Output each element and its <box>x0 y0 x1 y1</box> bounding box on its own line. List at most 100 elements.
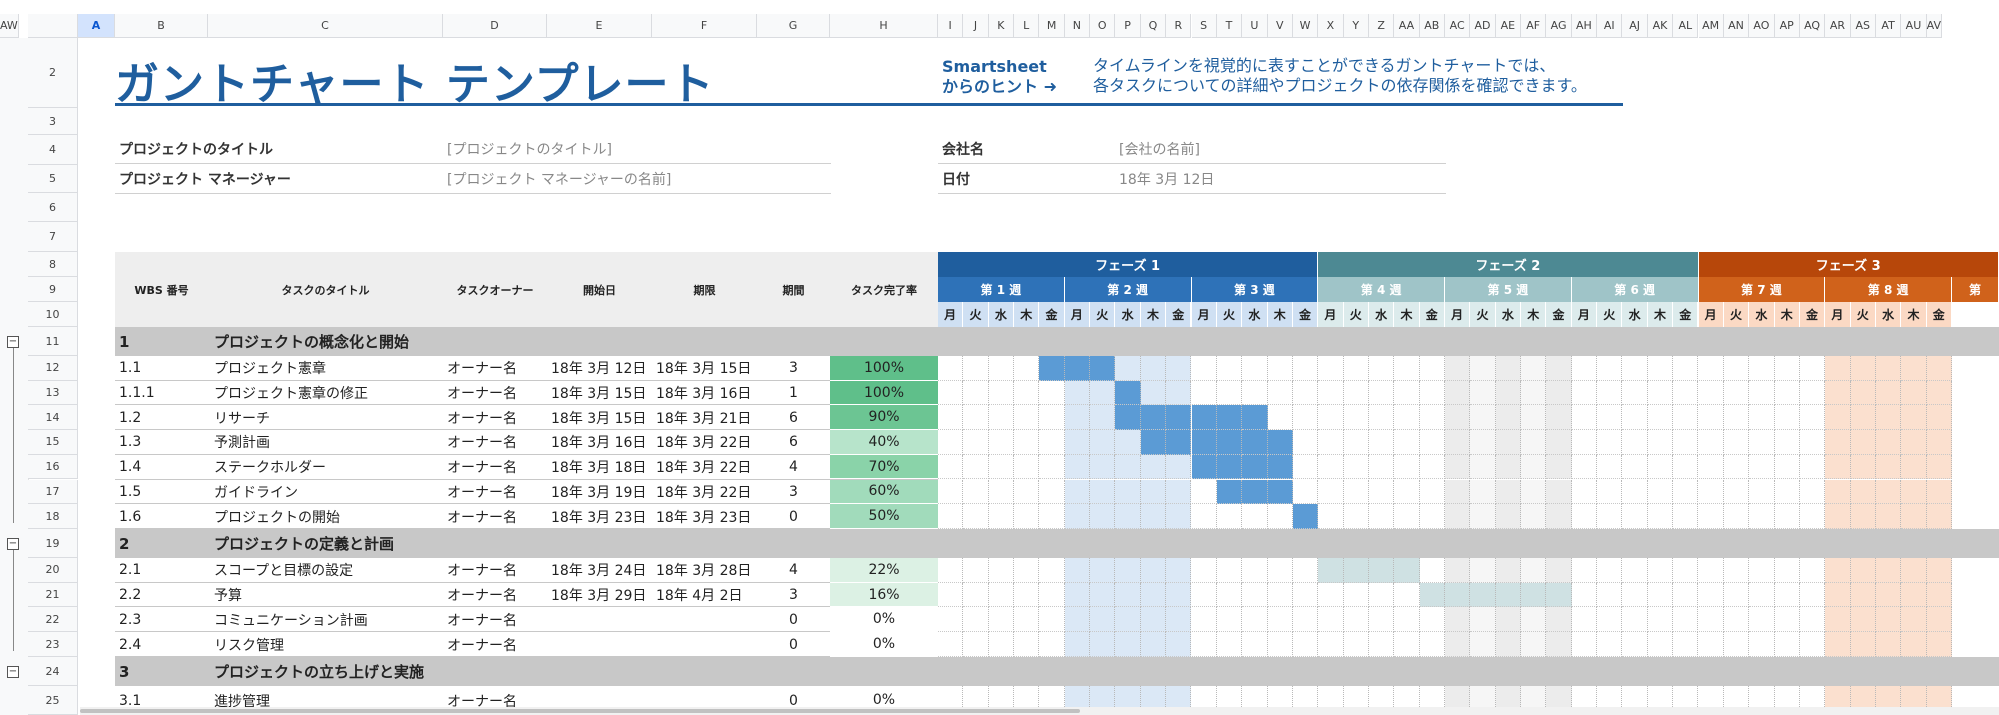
column-header-ae[interactable]: AE <box>1495 14 1522 38</box>
gantt-cell[interactable] <box>1622 504 1648 529</box>
gantt-bar-cell[interactable] <box>1546 582 1572 608</box>
gantt-cell[interactable] <box>1343 607 1369 633</box>
gantt-cell[interactable] <box>1926 607 1952 633</box>
gantt-cell[interactable] <box>1673 405 1699 431</box>
gantt-cell[interactable] <box>988 380 1015 406</box>
gantt-cell[interactable] <box>1419 405 1445 431</box>
task-title[interactable]: リサーチ <box>214 405 270 430</box>
gantt-cell[interactable] <box>1140 607 1167 633</box>
gantt-cell[interactable] <box>1647 479 1674 505</box>
gantt-cell[interactable] <box>1394 405 1420 431</box>
column-header-u[interactable]: U <box>1242 14 1268 38</box>
gantt-cell[interactable] <box>1825 405 1851 431</box>
gantt-cell[interactable] <box>1774 558 1800 583</box>
row-header-5[interactable]: 5 <box>28 165 78 193</box>
gantt-cell[interactable] <box>1470 607 1496 633</box>
column-header-z[interactable]: Z <box>1368 14 1395 38</box>
gantt-cell[interactable] <box>1546 430 1572 455</box>
gantt-cell[interactable] <box>1875 479 1902 505</box>
gantt-cell[interactable] <box>1166 454 1192 480</box>
task-duration[interactable]: 0 <box>757 632 830 657</box>
gantt-cell[interactable] <box>1090 430 1116 455</box>
task-wbs[interactable]: 2.3 <box>119 607 141 632</box>
gantt-cell[interactable] <box>1825 430 1851 455</box>
gantt-cell[interactable] <box>963 607 989 633</box>
gantt-cell[interactable] <box>1622 454 1648 480</box>
gantt-cell[interactable] <box>1597 356 1623 381</box>
gantt-cell[interactable] <box>1546 607 1572 633</box>
gantt-cell[interactable] <box>1090 504 1116 529</box>
gantt-cell[interactable] <box>1850 607 1876 633</box>
gantt-cell[interactable] <box>1318 405 1344 431</box>
gantt-cell[interactable] <box>1368 430 1395 455</box>
column-header-g[interactable]: G <box>757 14 830 38</box>
gantt-cell[interactable] <box>1039 479 1065 505</box>
column-header-ap[interactable]: AP <box>1774 14 1800 38</box>
gantt-cell[interactable] <box>1875 454 1902 480</box>
gantt-cell[interactable] <box>1115 582 1141 608</box>
gantt-cell[interactable] <box>1673 454 1699 480</box>
gantt-cell[interactable] <box>1622 356 1648 381</box>
gantt-cell[interactable] <box>1470 632 1496 657</box>
task-start[interactable]: 18年 3月 19日 <box>551 480 646 505</box>
gantt-cell[interactable] <box>1495 405 1522 431</box>
column-header-ai[interactable]: AI <box>1597 14 1623 38</box>
gantt-cell[interactable] <box>1495 380 1522 406</box>
gantt-cell[interactable] <box>1292 356 1319 381</box>
gantt-cell[interactable] <box>1521 504 1547 529</box>
gantt-cell[interactable] <box>1166 558 1192 583</box>
task-percent-complete[interactable]: 100% <box>830 356 938 381</box>
company-value[interactable]: [会社の名前] <box>1119 139 1200 159</box>
gantt-cell[interactable] <box>1419 454 1445 480</box>
task-due[interactable]: 18年 3月 16日 <box>656 381 751 406</box>
gantt-cell[interactable] <box>1774 356 1800 381</box>
task-percent-complete[interactable]: 60% <box>830 479 938 505</box>
gantt-cell[interactable] <box>1394 582 1420 608</box>
task-owner[interactable]: オーナー名 <box>447 583 517 608</box>
gantt-cell[interactable] <box>1368 632 1395 657</box>
task-title[interactable]: プロジェクト憲章 <box>214 356 326 381</box>
gantt-cell[interactable] <box>1850 454 1876 480</box>
task-owner[interactable]: オーナー名 <box>447 504 517 529</box>
task-duration[interactable]: 4 <box>757 455 830 480</box>
gantt-cell[interactable] <box>1799 582 1826 608</box>
task-due[interactable]: 18年 3月 15日 <box>656 356 751 381</box>
gantt-cell[interactable] <box>1723 380 1750 406</box>
gantt-cell[interactable] <box>963 454 989 480</box>
gantt-cell[interactable] <box>1039 582 1065 608</box>
gantt-cell[interactable] <box>1267 582 1293 608</box>
gantt-cell[interactable] <box>1546 454 1572 480</box>
gantt-cell[interactable] <box>1292 632 1319 657</box>
task-percent-complete[interactable]: 90% <box>830 405 938 431</box>
gantt-cell[interactable] <box>1014 430 1040 455</box>
gantt-cell[interactable] <box>1166 632 1192 657</box>
column-header-y[interactable]: Y <box>1343 14 1369 38</box>
gantt-cell[interactable] <box>1597 454 1623 480</box>
task-owner[interactable]: オーナー名 <box>447 607 517 632</box>
gantt-cell[interactable] <box>963 380 989 406</box>
gantt-cell[interactable] <box>1470 504 1496 529</box>
gantt-cell[interactable] <box>1521 405 1547 431</box>
gantt-bar-cell[interactable] <box>1191 430 1217 455</box>
gantt-cell[interactable] <box>1343 356 1369 381</box>
task-owner[interactable]: オーナー名 <box>447 455 517 480</box>
gantt-cell[interactable] <box>1901 430 1927 455</box>
column-header-p[interactable]: P <box>1115 14 1141 38</box>
gantt-bar-cell[interactable] <box>1394 558 1420 583</box>
row-header-12[interactable]: 12 <box>28 356 78 381</box>
task-duration[interactable]: 0 <box>757 504 830 529</box>
gantt-cell[interactable] <box>1445 504 1471 529</box>
row-header-22[interactable]: 22 <box>28 607 78 633</box>
task-duration[interactable]: 6 <box>757 405 830 430</box>
gantt-cell[interactable] <box>1749 380 1775 406</box>
task-due[interactable]: 18年 3月 22日 <box>656 430 751 455</box>
column-header-r[interactable]: R <box>1166 14 1192 38</box>
gantt-cell[interactable] <box>1901 504 1927 529</box>
gantt-cell[interactable] <box>1825 632 1851 657</box>
gantt-cell[interactable] <box>1521 356 1547 381</box>
column-header-x[interactable]: X <box>1318 14 1344 38</box>
gantt-cell[interactable] <box>1749 405 1775 431</box>
gantt-cell[interactable] <box>1673 607 1699 633</box>
gantt-bar-cell[interactable] <box>1166 430 1192 455</box>
gantt-cell[interactable] <box>1875 582 1902 608</box>
